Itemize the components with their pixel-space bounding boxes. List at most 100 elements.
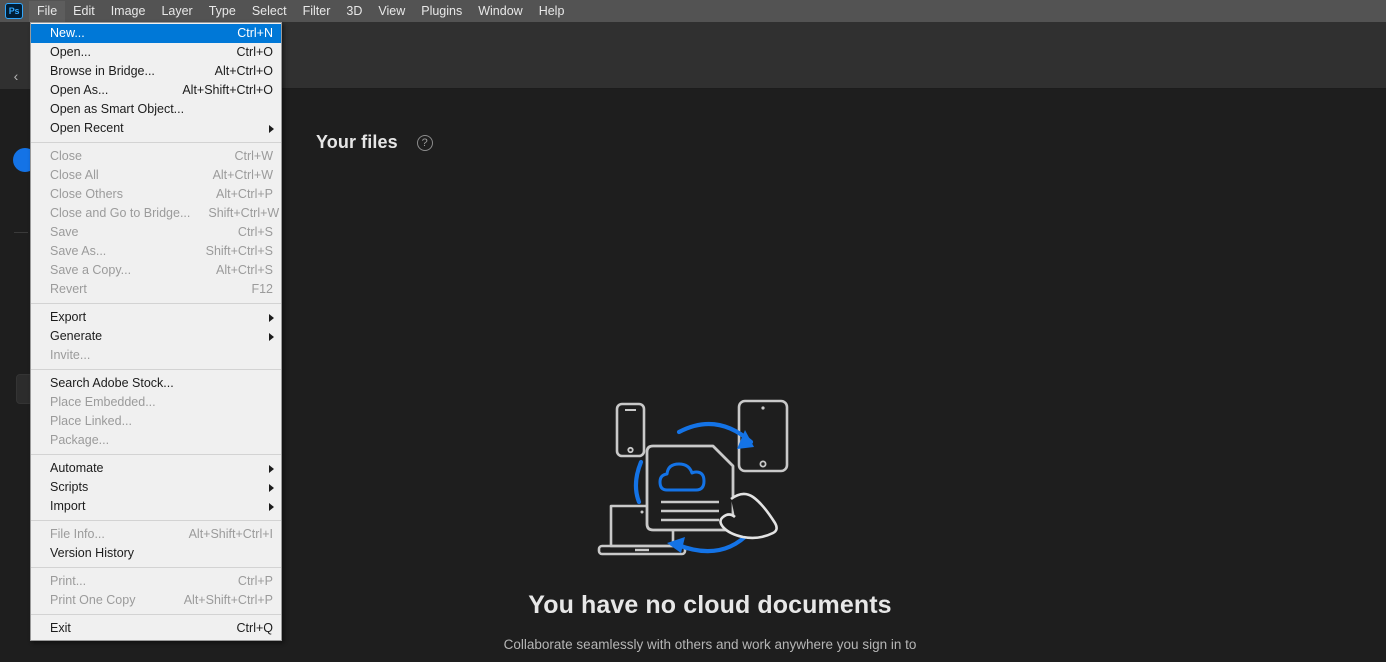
menu-item-shortcut: Ctrl+Q	[236, 621, 273, 635]
menu-item-label: Open...	[50, 45, 91, 59]
menu-item-label: Save a Copy...	[50, 263, 132, 277]
menubar-item-view[interactable]: View	[370, 1, 413, 22]
menu-item-label: Place Embedded...	[50, 395, 156, 409]
menubar-item-edit[interactable]: Edit	[65, 1, 103, 22]
menu-item-open-as-smart-object[interactable]: Open as Smart Object...	[31, 100, 281, 119]
menu-item-close: Close Ctrl+W	[31, 147, 281, 166]
help-icon[interactable]: ?	[416, 134, 433, 151]
menu-item-label: Close	[50, 149, 82, 163]
menu-separator	[31, 142, 281, 143]
menu-item-label: Revert	[50, 282, 87, 296]
menu-item-print: Print... Ctrl+P	[31, 572, 281, 591]
left-tool-rail: ‹	[0, 22, 38, 662]
menu-item-open[interactable]: Open... Ctrl+O	[31, 43, 281, 62]
menubar-item-image[interactable]: Image	[103, 1, 154, 22]
menubar-item-select[interactable]: Select	[244, 1, 295, 22]
menu-item-shortcut: Shift+Ctrl+W	[208, 206, 280, 220]
menu-item-label: Print...	[50, 574, 87, 588]
menu-item-file-info: File Info... Alt+Shift+Ctrl+I	[31, 525, 281, 544]
photoshop-window: Your files ? You have no cloud documents…	[0, 0, 1386, 662]
menu-item-generate[interactable]: Generate	[31, 327, 281, 346]
menu-separator	[31, 303, 281, 304]
file-menu-dropdown: New... Ctrl+N Open... Ctrl+O Browse in Bridg…	[30, 22, 282, 641]
menu-separator	[31, 369, 281, 370]
menu-item-label: Close and Go to Bridge...	[50, 206, 191, 220]
menubar-item-3d[interactable]: 3D	[338, 1, 370, 22]
submenu-arrow-icon	[269, 503, 274, 511]
menubar-item-plugins[interactable]: Plugins	[413, 1, 470, 22]
menu-separator	[31, 520, 281, 521]
menu-item-label: File Info...	[50, 527, 105, 541]
menu-item-label: Search Adobe Stock...	[50, 376, 174, 390]
menu-item-shortcut: F12	[251, 282, 273, 296]
menu-item-new[interactable]: New... Ctrl+N	[31, 24, 281, 43]
menu-item-label: Export	[50, 310, 87, 324]
submenu-arrow-icon	[269, 484, 274, 492]
menu-item-label: Version History	[50, 546, 135, 560]
menu-item-save: Save Ctrl+S	[31, 223, 281, 242]
menu-item-export[interactable]: Export	[31, 308, 281, 327]
menu-item-label: Close Others	[50, 187, 123, 201]
menu-item-shortcut: Shift+Ctrl+S	[205, 244, 273, 258]
menu-item-search-adobe-stock[interactable]: Search Adobe Stock...	[31, 374, 281, 393]
menu-item-close-and-go-to-bridge: Close and Go to Bridge... Shift+Ctrl+W	[31, 204, 281, 223]
menu-item-shortcut: Alt+Ctrl+O	[214, 64, 273, 78]
menu-item-label: Place Linked...	[50, 414, 132, 428]
cloud-documents-illustration	[595, 394, 825, 569]
menu-item-shortcut: Alt+Shift+Ctrl+P	[183, 593, 273, 607]
menu-item-label: Package...	[50, 433, 110, 447]
menu-item-shortcut: Alt+Ctrl+W	[212, 168, 273, 182]
menu-item-package: Package...	[31, 431, 281, 450]
menu-item-close-all: Close All Alt+Ctrl+W	[31, 166, 281, 185]
menu-item-open-as[interactable]: Open As... Alt+Shift+Ctrl+O	[31, 81, 281, 100]
menu-item-label: Browse in Bridge...	[50, 64, 155, 78]
menu-item-label: Generate	[50, 329, 103, 343]
menu-item-print-one-copy: Print One Copy Alt+Shift+Ctrl+P	[31, 591, 281, 610]
menu-item-label: Open As...	[50, 83, 109, 97]
menu-item-exit[interactable]: Exit Ctrl+Q	[31, 619, 281, 638]
submenu-arrow-icon	[269, 125, 274, 133]
menu-item-open-recent[interactable]: Open Recent	[31, 119, 281, 138]
menu-item-label: Open Recent	[50, 121, 124, 135]
photoshop-logo-icon: Ps	[5, 3, 23, 19]
menu-item-label: Exit	[50, 621, 71, 635]
menu-item-label: Scripts	[50, 480, 89, 494]
menu-item-shortcut: Ctrl+O	[236, 45, 273, 59]
your-files-header: Your files ?	[316, 132, 433, 153]
menu-item-save-a-copy: Save a Copy... Alt+Ctrl+S	[31, 261, 281, 280]
menu-item-label: Import	[50, 499, 86, 513]
menubar-item-window[interactable]: Window	[470, 1, 530, 22]
menu-item-browse-in-bridge[interactable]: Browse in Bridge... Alt+Ctrl+O	[31, 62, 281, 81]
menubar-item-type[interactable]: Type	[201, 1, 244, 22]
menubar-item-filter[interactable]: Filter	[295, 1, 339, 22]
menu-item-automate[interactable]: Automate	[31, 459, 281, 478]
menu-item-shortcut: Alt+Ctrl+S	[216, 263, 273, 277]
menu-item-label: Invite...	[50, 348, 91, 362]
menu-item-place-embedded: Place Embedded...	[31, 393, 281, 412]
menu-item-save-as: Save As... Shift+Ctrl+S	[31, 242, 281, 261]
menu-item-shortcut: Alt+Ctrl+P	[216, 187, 273, 201]
menu-separator	[31, 454, 281, 455]
menu-item-label: Automate	[50, 461, 104, 475]
menu-item-version-history[interactable]: Version History	[31, 544, 281, 563]
menu-item-shortcut: Ctrl+W	[234, 149, 273, 163]
menu-item-label: Print One Copy	[50, 593, 136, 607]
menu-item-shortcut: Ctrl+P	[237, 574, 273, 588]
menubar-item-file[interactable]: File	[29, 0, 66, 22]
menu-item-label: Open as Smart Object...	[50, 102, 185, 116]
submenu-arrow-icon	[269, 333, 274, 341]
collapse-chevron-icon[interactable]: ‹	[9, 69, 23, 83]
menu-bar: Ps File Edit Image Layer Type Select Fil…	[0, 0, 1386, 22]
menu-item-import[interactable]: Import	[31, 497, 281, 516]
submenu-arrow-icon	[269, 465, 274, 473]
menu-item-invite: Invite...	[31, 346, 281, 365]
page-title: Your files	[316, 132, 398, 152]
menu-item-scripts[interactable]: Scripts	[31, 478, 281, 497]
menu-item-label: Save	[50, 225, 79, 239]
menu-item-revert: Revert F12	[31, 280, 281, 299]
menu-item-label: Close All	[50, 168, 99, 182]
menubar-item-help[interactable]: Help	[531, 1, 573, 22]
menubar-item-layer[interactable]: Layer	[153, 1, 200, 22]
menu-item-shortcut: Alt+Shift+Ctrl+I	[188, 527, 273, 541]
menu-item-shortcut: Alt+Shift+Ctrl+O	[182, 83, 273, 97]
